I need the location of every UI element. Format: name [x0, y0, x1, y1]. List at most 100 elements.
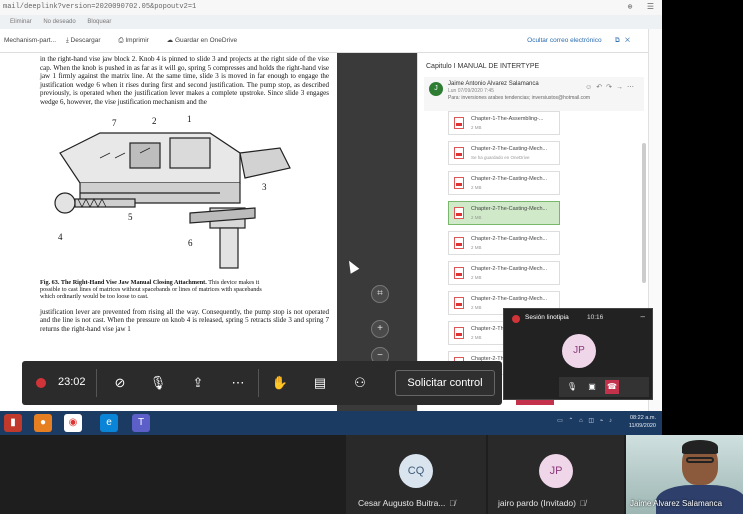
app-icon[interactable]: ▮ — [4, 414, 22, 432]
mail-command-bar: Eliminar No deseado Bloquear — [0, 15, 662, 29]
person-hair — [682, 440, 718, 454]
sender-avatar: J — [429, 82, 443, 96]
pdf-file-icon — [454, 327, 464, 339]
recording-indicator-icon — [36, 378, 46, 388]
meeting-control-bar: 23:02 ⊘ 🎙 ⇪ ⋯ ✋ ▤ ⚇ Solicitar control — [22, 361, 502, 405]
attachment-name: Chapter-2-The-Casting-Mech... — [471, 236, 548, 242]
divider — [96, 369, 97, 397]
camera-off-icon[interactable]: ⊘ — [110, 373, 130, 393]
more-options-icon[interactable]: ⋯ — [228, 373, 248, 393]
pdf-file-icon — [454, 147, 464, 159]
screen-root: mail/deeplink?version=2020090702.05&popo… — [0, 0, 743, 514]
edge-icon[interactable]: e — [100, 414, 118, 432]
attachment-item[interactable]: Chapter-2-The-Casting-Mech... Se ha guard… — [448, 141, 560, 165]
caption-title: Fig. 63. The Right-Hand Vise Jaw Manual … — [40, 278, 207, 286]
download-label: Descargar — [70, 37, 101, 44]
request-control-button[interactable]: Solicitar control — [395, 370, 495, 396]
attachment-item[interactable]: Chapter-1-The-Assembling-... 2 MB — [448, 111, 560, 135]
participant-name: Jaime Alvarez Salamanca — [630, 499, 723, 508]
attachment-name: Chapter-2-The-Casting-Mech... — [471, 146, 548, 152]
mini-participant-avatar: JP — [562, 334, 596, 368]
share-screen-icon[interactable]: ⇪ — [188, 373, 208, 393]
participant-avatar: CQ — [399, 454, 433, 488]
attachment-size: 2 MB — [471, 125, 482, 130]
zoom-in-button[interactable]: + — [371, 320, 389, 338]
fig-label-1: 1 — [187, 113, 192, 124]
reply-actions[interactable]: ☺↶↷→⋯ — [585, 83, 638, 91]
block-command[interactable]: Bloquear — [87, 19, 111, 25]
attachment-size: 2 MB — [471, 185, 482, 190]
participant-video-tile[interactable]: Jaime Alvarez Salamanca — [626, 435, 743, 514]
pdf-file-icon — [454, 117, 464, 129]
hide-email-button[interactable]: Ocultar correo electrónico ⧉ ✕ — [527, 29, 630, 53]
save-onedrive-button[interactable]: ☁ Guardar en OneDrive — [167, 37, 245, 44]
mic-off-icon[interactable]: 🎙 — [148, 373, 168, 393]
fig-label-6: 6 — [188, 237, 193, 248]
browser-window-controls[interactable]: ⊕ ☰ — [628, 0, 654, 15]
sender-name[interactable]: Jaime Antonio Alvarez Salamanca — [448, 81, 539, 87]
shared-screen: mail/deeplink?version=2020090702.05&popo… — [0, 0, 662, 435]
windows-taskbar: ▮ ● ◉ e T ▭ ⌃ ⌂ ◫ ⌁ ♪ 08:22 a.m. 11/09/2… — [0, 411, 662, 435]
fig-label-2: 2 — [152, 115, 157, 126]
pdf-file-icon — [454, 297, 464, 309]
participant-name: jairo pardo (Invitado) 🎙̸ — [498, 498, 586, 508]
fig-label-5: 5 — [128, 211, 133, 222]
save-onedrive-label: Guardar en OneDrive — [174, 37, 238, 44]
email-recipients: Para: inversiones arabes tendencias; inv… — [448, 95, 591, 101]
hide-email-label: Ocultar correo electrónico — [527, 37, 602, 44]
mini-share-icon[interactable]: ▣ — [585, 380, 599, 394]
mic-off-icon: 🎙̸ — [449, 499, 456, 508]
pdf-file-icon — [454, 207, 464, 219]
attachment-size: 2 MB — [471, 275, 482, 280]
fit-page-button[interactable]: ⌗ — [371, 285, 389, 303]
divider — [258, 369, 259, 397]
chat-icon[interactable]: ▤ — [310, 373, 330, 393]
attachment-size: 2 MB — [471, 245, 482, 250]
attachment-name: Chapter-1-The-Assembling-... — [471, 116, 544, 122]
participant-name-text: jairo pardo (Invitado) — [498, 498, 576, 508]
attachment-size: 2 MB — [471, 305, 482, 310]
participant-tile-jp[interactable]: JP jairo pardo (Invitado) 🎙̸ — [488, 435, 624, 514]
clock-date: 11/09/2020 — [628, 423, 656, 429]
vise-mechanism-illustration — [54, 131, 291, 269]
email-subject: Capitulo I MANUAL DE INTERTYPE — [426, 63, 540, 70]
mini-hangup-icon[interactable]: ☎ — [605, 380, 619, 394]
mini-meeting-window[interactable]: Sesión linotipia 10:16 – JP 🎙 ▣ ☎ — [503, 308, 653, 400]
participant-name-text: Cesar Augusto Buitra... — [358, 498, 446, 508]
glasses-icon — [686, 457, 714, 463]
pdf-file-icon — [454, 177, 464, 189]
attachment-name: Chapter-2-The-Casting-Mech... — [471, 176, 548, 182]
junk-command[interactable]: No deseado — [43, 19, 75, 25]
attachment-size: Se ha guardado en OneDrive — [471, 155, 530, 160]
chrome-icon[interactable]: ◉ — [64, 414, 82, 432]
attachment-name: Mechanism-part... — [4, 37, 57, 44]
delete-command[interactable]: Eliminar — [10, 19, 32, 25]
pdf-file-icon — [454, 237, 464, 249]
raise-hand-icon[interactable]: ✋ — [270, 373, 290, 393]
firefox-icon[interactable]: ● — [34, 414, 52, 432]
mini-meeting-title: Sesión linotipia — [525, 314, 569, 321]
mini-mic-icon[interactable]: 🎙 — [565, 380, 579, 394]
participant-tile-cq[interactable]: CQ Cesar Augusto Buitra... 🎙̸ — [346, 435, 486, 514]
system-tray[interactable]: ▭ ⌃ ⌂ ◫ ⌁ ♪ — [557, 417, 614, 424]
mini-controls: 🎙 ▣ ☎ — [559, 377, 649, 397]
print-button[interactable]: ⎙ Imprimir — [118, 37, 156, 44]
teams-icon[interactable]: T — [132, 414, 150, 432]
taskbar-clock[interactable]: 08:22 a.m. 11/09/2020 — [629, 414, 656, 430]
browser-url-bar[interactable]: mail/deeplink?version=2020090702.05&popo… — [0, 0, 662, 15]
mini-recording-icon — [512, 315, 520, 323]
attachment-item[interactable]: Chapter-2-The-Casting-Mech... 2 MB — [448, 201, 560, 225]
clock-time: 08:22 a.m. — [630, 415, 656, 421]
mail-scrollbar[interactable] — [642, 143, 646, 283]
vise-jaw-figure: 7 2 1 3 5 4 6 — [40, 113, 329, 273]
download-button[interactable]: ⤓ Descargar — [66, 37, 109, 44]
attachment-item[interactable]: Chapter-2-The-Casting-Mech... 2 MB — [448, 261, 560, 285]
attachment-item[interactable]: Chapter-2-The-Casting-Mech... 2 MB — [448, 231, 560, 255]
minimize-icon[interactable]: – — [641, 312, 645, 321]
attachment-size: 2 MB — [471, 215, 482, 220]
attachment-item[interactable]: Chapter-2-The-Casting-Mech... 2 MB — [448, 171, 560, 195]
fig-label-4: 4 — [58, 231, 63, 242]
meeting-timer: 23:02 — [58, 376, 86, 388]
pdf-viewer-sidebar: ⌗ + − — [337, 53, 417, 411]
participants-icon[interactable]: ⚇ — [350, 373, 370, 393]
